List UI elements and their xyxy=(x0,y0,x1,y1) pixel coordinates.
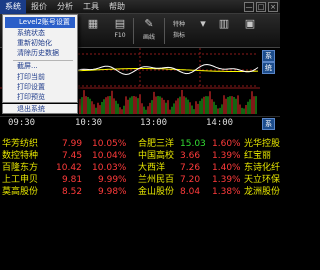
menu-system[interactable]: 系统 xyxy=(0,0,26,14)
stock-name: 兰州民百 xyxy=(138,175,175,185)
stock-price: 8.52 xyxy=(62,187,83,197)
stock-price: 7.20 xyxy=(180,175,201,185)
menu-item-level2-account[interactable]: Level2账号设置 xyxy=(5,17,75,28)
side-tab-2[interactable]: 统 xyxy=(262,62,275,74)
maximize-window-button[interactable]: □ xyxy=(256,2,266,12)
stock-name: 金山股份 xyxy=(138,187,175,197)
stock-change: 1.40% xyxy=(212,163,241,173)
draw-line-label: 画线 xyxy=(142,34,155,41)
stock-name: 龙洲股份 xyxy=(244,187,281,197)
stock-change: 10.04% xyxy=(92,151,127,161)
stock-name: 华芳纺织 xyxy=(2,139,39,149)
indicator-dropdown-button[interactable]: ▾ xyxy=(196,16,210,46)
tools-button[interactable]: ▣ xyxy=(240,16,260,46)
time-label: 10:30 xyxy=(75,118,103,128)
menu-item-exit[interactable]: 退出系统 xyxy=(2,104,78,114)
side-tab-3[interactable]: 系 xyxy=(262,118,275,130)
stock-price: 7.99 xyxy=(62,139,83,149)
stock-price: 7.45 xyxy=(62,151,83,161)
table-row[interactable]: 数控特种 7.45 10.04% 中国高校 3.66 1.39% 红宝丽 xyxy=(0,150,280,162)
time-label: 09:30 xyxy=(8,118,36,128)
time-label: 14:00 xyxy=(206,118,234,128)
menu-item-screenshot[interactable]: 截屏... xyxy=(3,61,77,72)
chevron-down-icon: ▾ xyxy=(200,17,206,30)
menu-analysis[interactable]: 分析 xyxy=(52,0,78,14)
stock-name: 天立环保 xyxy=(244,175,281,185)
stock-name: 光华控股 xyxy=(244,139,281,149)
stock-price: 7.26 xyxy=(180,163,201,173)
time-label: 13:00 xyxy=(140,118,168,128)
layout-icon: ▥ xyxy=(218,17,230,30)
stock-price: 15.03 xyxy=(180,139,206,149)
stock-name: 红宝丽 xyxy=(244,151,272,161)
minimize-window-button[interactable]: — xyxy=(244,2,254,12)
table-row[interactable]: 上工申贝 9.81 9.99% 兰州民百 7.20 1.39% 天立环保 xyxy=(0,174,280,186)
close-window-button[interactable]: × xyxy=(268,2,278,12)
draw-line-icon: ✎ xyxy=(144,17,154,30)
stock-price: 3.66 xyxy=(180,151,201,161)
toolbar-separator xyxy=(133,18,134,44)
menu-quote[interactable]: 报价 xyxy=(26,0,52,14)
stock-name: 上工申贝 xyxy=(2,175,39,185)
table-row[interactable]: 莫高股份 8.52 9.98% 金山股份 8.04 1.38% 龙洲股份 xyxy=(0,186,280,198)
menu-item-print-preview[interactable]: 打印预览 xyxy=(3,92,77,103)
stock-name: 莫高股份 xyxy=(2,187,39,197)
stock-change: 9.98% xyxy=(98,187,127,197)
tools-icon: ▣ xyxy=(244,17,256,30)
stock-name: 数控特种 xyxy=(2,151,39,161)
table-row[interactable]: 百隆东方 10.42 10.03% 大西洋 7.26 1.40% 东诗化纤 xyxy=(0,162,280,174)
stock-name: 中国高校 xyxy=(138,151,175,161)
stock-name: 大西洋 xyxy=(138,163,166,173)
special-label: 特种 xyxy=(172,21,185,28)
time-axis: 09:30 10:30 13:00 14:00 xyxy=(0,116,280,128)
stock-price: 9.81 xyxy=(62,175,83,185)
f10-label: F10 xyxy=(114,32,126,39)
stock-name: 东诗化纤 xyxy=(244,163,281,173)
stock-name: 百隆东方 xyxy=(2,163,39,173)
stock-change: 10.03% xyxy=(92,163,127,173)
stock-change: 1.39% xyxy=(212,175,241,185)
stock-name: 合肥三洋 xyxy=(138,139,175,149)
f10-button[interactable]: ▤ F10 xyxy=(110,16,130,46)
special-button[interactable]: 特种 指标 xyxy=(168,16,190,46)
system-dropdown-menu: Level2账号设置 系统状态 重新初始化 清除历史数据 截屏... 打印当前 … xyxy=(2,14,78,103)
menu-tools[interactable]: 工具 xyxy=(78,0,104,14)
toolbar-separator xyxy=(164,18,165,44)
side-tab-1[interactable]: 系 xyxy=(262,50,275,62)
stock-change: 1.60% xyxy=(212,139,241,149)
quote-toolbar-button[interactable]: ▦ xyxy=(84,16,102,46)
grid-icon: ▦ xyxy=(87,17,99,30)
stock-change: 1.38% xyxy=(212,187,241,197)
table-row[interactable]: 华芳纺织 7.99 10.05% 合肥三洋 15.03 1.60% 光华控股 xyxy=(0,138,280,150)
stock-change: 9.99% xyxy=(98,175,127,185)
stock-price: 10.42 xyxy=(56,163,82,173)
menu-item-clear-history[interactable]: 清除历史数据 xyxy=(3,48,77,59)
stock-change: 10.05% xyxy=(92,139,127,149)
f10-icon: ▤ xyxy=(114,17,126,30)
draw-line-button[interactable]: ✎ 画线 xyxy=(138,16,160,46)
menu-bar: 系统 报价 分析 工具 帮助 xyxy=(0,0,280,14)
menu-help[interactable]: 帮助 xyxy=(104,0,130,14)
stock-price: 8.04 xyxy=(180,187,201,197)
stock-change: 1.39% xyxy=(212,151,241,161)
layout-button[interactable]: ▥ xyxy=(214,16,234,46)
stock-ranking-table: 华芳纺织 7.99 10.05% 合肥三洋 15.03 1.60% 光华控股 数… xyxy=(0,138,280,270)
